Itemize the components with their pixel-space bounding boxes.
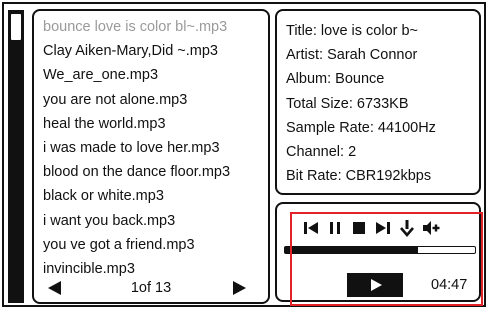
- playlist-item[interactable]: i was made to love her.mp3: [43, 136, 268, 160]
- track-title: Title: love is color b~: [286, 23, 419, 39]
- playlist-item[interactable]: We_are_one.mp3: [43, 63, 268, 87]
- track-info-panel: Title: love is color b~ Artist: Sarah Co…: [275, 9, 481, 195]
- track-channel: Channel: 2: [286, 143, 357, 160]
- playlist-item[interactable]: Clay Aiken-Mary,Did ~.mp3: [43, 39, 268, 63]
- playlist-panel: bounce love is color bl~.mp3 Clay Aiken-…: [32, 9, 270, 304]
- playlist-item[interactable]: you ve got a friend.mp3: [43, 233, 268, 257]
- track-album: Album: Bounce: [286, 71, 385, 88]
- track-bit-rate: Bit Rate: CBR192kbps: [286, 168, 432, 185]
- track-sample-rate: Sample Rate: 44100Hz: [286, 119, 436, 136]
- track-info-list: Title: love is color b~ Artist: Sarah Co…: [286, 19, 436, 188]
- playlist-scrollbar[interactable]: [8, 10, 24, 303]
- playlist-pager: 1of 13: [34, 277, 268, 299]
- track-total-size: Total Size: 6733KB: [286, 95, 409, 112]
- playlist-item[interactable]: i want you back.mp3: [43, 209, 268, 233]
- next-page-icon[interactable]: [233, 281, 246, 295]
- track-artist: Artist: Sarah Connor: [286, 47, 418, 64]
- playlist-item[interactable]: you are not alone.mp3: [43, 88, 268, 112]
- playlist-item[interactable]: heal the world.mp3: [43, 112, 268, 136]
- controls-highlight-box: [290, 212, 483, 306]
- playlist-item[interactable]: bounce love is color bl~.mp3: [43, 15, 268, 39]
- playlist-item[interactable]: black or white.mp3: [43, 184, 268, 208]
- playlist-item[interactable]: blood on the dance floor.mp3: [43, 160, 268, 184]
- playlist-list: bounce love is color bl~.mp3 Clay Aiken-…: [43, 15, 268, 281]
- scrollbar-thumb[interactable]: [11, 14, 21, 40]
